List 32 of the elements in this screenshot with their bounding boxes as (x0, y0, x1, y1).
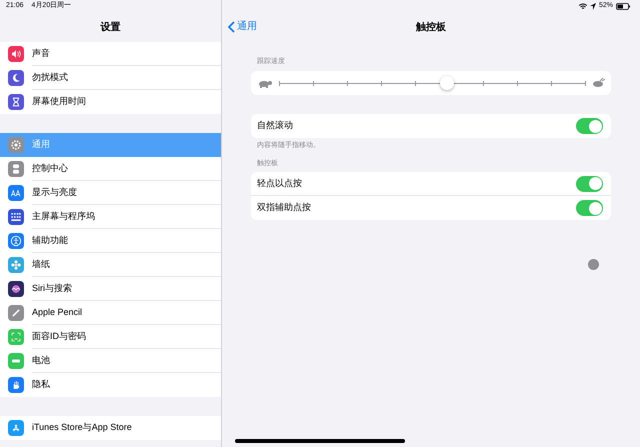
slider-thumb[interactable] (440, 76, 454, 90)
turtle-icon (257, 78, 273, 88)
setting-label: 自然滚动 (257, 119, 293, 132)
battery-icon (616, 2, 630, 10)
sidebar-item-label: 面容ID与密码 (32, 330, 86, 343)
sidebar-item-label: 通用 (32, 138, 50, 152)
location-arrow-icon (590, 2, 596, 10)
sidebar-item-label: Siri与搜索 (32, 282, 72, 295)
toggle-switch[interactable] (576, 176, 603, 192)
sidebar-item-label: 隐私 (32, 378, 50, 392)
sidebar-item-label: 主屏幕与程序坞 (32, 210, 95, 223)
sidebar-item-label: 勿扰模式 (32, 70, 68, 84)
sidebar-title: 设置 (100, 20, 120, 34)
sidebar-item-label: Apple Pencil (32, 306, 82, 319)
sidebar-item-label: 辅助功能 (32, 234, 68, 247)
sidebar-item-label: 控制中心 (32, 162, 68, 175)
sidebar-item-label: 电池 (32, 354, 50, 367)
page-title: 触控板 (416, 20, 446, 34)
sidebar-item-label: 墙纸 (32, 258, 50, 271)
sidebar-item-label: 屏幕使用时间 (32, 95, 86, 108)
chevron-left-icon (228, 20, 235, 32)
back-button[interactable]: 通用 (228, 19, 257, 34)
wifi-icon (578, 2, 587, 10)
toggle-switch[interactable] (576, 118, 603, 134)
assistive-touch-button[interactable] (588, 259, 599, 270)
setting-label: 轻点以点按 (257, 176, 302, 190)
sidebar-item-label: iTunes Store与App Store (32, 421, 132, 434)
speed-slider[interactable] (279, 77, 585, 89)
sidebar-item-label: 声音 (32, 46, 50, 60)
setting-label: 双指辅助点按 (257, 201, 311, 214)
toggle-switch[interactable] (576, 200, 603, 216)
sidebar-item-label: 显示与亮度 (32, 186, 77, 199)
